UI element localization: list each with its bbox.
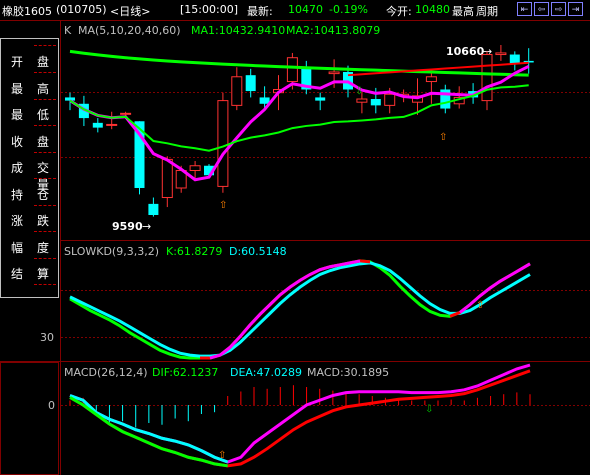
candle-body bbox=[286, 57, 298, 83]
kd-d-value: D:60.5148 bbox=[229, 245, 287, 258]
ma2-value: MA2:10413.8079 bbox=[286, 24, 380, 37]
kd-rise-line-2 bbox=[209, 259, 361, 360]
min-arrow-icon: → bbox=[142, 220, 151, 233]
candle-body bbox=[92, 122, 103, 128]
buy-signal-icon: ⇧ bbox=[439, 132, 447, 143]
candle-body bbox=[481, 54, 493, 102]
candle-body bbox=[65, 97, 75, 101]
candle-body bbox=[370, 99, 381, 106]
macd-label: MACD(26,12,4) bbox=[64, 366, 148, 379]
candle-body bbox=[425, 76, 437, 83]
buy-signal-icon: ⇧ bbox=[219, 200, 227, 211]
candle-body bbox=[120, 112, 132, 115]
buy-signal-icon: ⇧ bbox=[476, 300, 484, 311]
ma1-value: MA1:10432.9410 bbox=[191, 24, 285, 37]
kd-d-line bbox=[69, 261, 531, 358]
macd-value: MACD:30.1895 bbox=[307, 366, 389, 379]
macd-dea-value: DEA:47.0289 bbox=[230, 366, 302, 379]
ma-params-label: MA(5,10,20,40,60) bbox=[78, 24, 181, 37]
macd-axis-0: 0 bbox=[48, 399, 55, 412]
candle-body bbox=[161, 158, 173, 199]
candle-body bbox=[328, 71, 340, 75]
buy-signal-icon: ⇧ bbox=[218, 450, 226, 461]
candle-body bbox=[231, 76, 243, 106]
candle-body bbox=[356, 98, 368, 103]
main-k-label: K bbox=[64, 24, 72, 37]
kd-label: SLOWKD(9,3,3,2) bbox=[64, 245, 159, 258]
candle-body bbox=[384, 93, 396, 106]
candle-body bbox=[495, 52, 507, 56]
candle-body bbox=[315, 97, 326, 101]
min-price-label: 9590 bbox=[112, 220, 143, 233]
candle-body bbox=[245, 75, 256, 92]
kd-rise-line bbox=[200, 259, 371, 360]
chart-canvas: K MA(5,10,20,40,60) MA1:10432.9410 MA2:1… bbox=[0, 21, 590, 475]
candle-body bbox=[189, 165, 201, 172]
macd-dea-line bbox=[69, 369, 531, 468]
candle-body bbox=[217, 100, 229, 187]
kd-k-line bbox=[69, 259, 531, 360]
kd-k-value: K:61.8279 bbox=[166, 245, 222, 258]
candle-body bbox=[148, 203, 159, 215]
sell-signal-icon: ⇩ bbox=[425, 404, 433, 415]
sell-signal-icon: ⇩ bbox=[355, 86, 363, 97]
max-price-label: 10660 bbox=[446, 45, 485, 58]
candle-body bbox=[106, 123, 118, 126]
macd-dif-line bbox=[69, 363, 531, 464]
kd-axis-30: 30 bbox=[40, 331, 54, 344]
kd-rise-line-2 bbox=[459, 262, 531, 314]
macd-dif-value: DIF:62.1237 bbox=[152, 366, 218, 379]
